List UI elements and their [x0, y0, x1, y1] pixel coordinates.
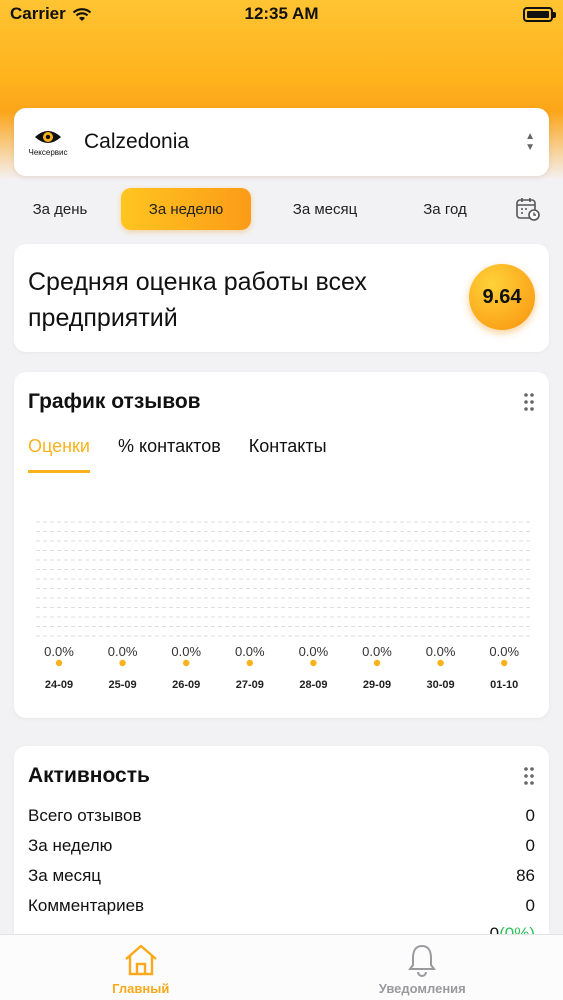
activity-value: 0	[525, 896, 535, 915]
chart-tabs: Оценки % контактов Контакты	[28, 436, 327, 473]
period-tabs: За день За неделю За месяц За год	[14, 188, 549, 230]
tab-notifications-label: Уведомления	[378, 981, 466, 996]
battery-icon	[523, 6, 556, 22]
x-tick-label: 27-09	[236, 679, 264, 691]
data-point	[310, 659, 317, 667]
data-label: 0.0%	[235, 644, 265, 659]
bell-icon	[408, 944, 437, 977]
activity-label: Комментариев	[28, 896, 145, 915]
average-score-card: Средняя оценка работы всех предприятий 9…	[14, 244, 549, 352]
tab-home-label: Главный	[112, 981, 170, 996]
activity-label: За месяц	[28, 866, 102, 885]
score-title: Средняя оценка работы всех предприятий	[28, 268, 367, 332]
reviews-chart: 0.0% 24-09 0.0% 25-09 0.0% 26-09 0.0% 27-09 0.0%…	[36, 521, 531, 691]
data-label: 0.0%	[171, 644, 201, 659]
tab-home[interactable]: Главный	[0, 935, 282, 1000]
logo-text: Чексервис	[28, 148, 68, 157]
tab-bar: Главный Уведомления	[0, 934, 563, 1000]
activity-row: Всего отзывов 0	[28, 806, 535, 826]
calendar-icon[interactable]	[515, 196, 541, 222]
activity-label: За неделю	[28, 836, 113, 855]
chevron-up-down-icon[interactable]: ▲ ▼	[525, 131, 535, 153]
company-logo: Чексервис	[28, 122, 68, 162]
x-tick-label: 28-09	[299, 679, 327, 691]
status-bar: Carrier 12:35 AM	[0, 0, 563, 28]
data-point	[246, 659, 253, 667]
data-point	[501, 659, 508, 667]
activity-value: 0	[525, 836, 535, 855]
drag-handle-icon[interactable]	[523, 766, 535, 786]
period-tab-week[interactable]: За неделю	[121, 188, 251, 230]
data-label: 0.0%	[489, 644, 519, 659]
reviews-chart-title: График отзывов	[28, 390, 201, 413]
data-point	[119, 659, 126, 667]
home-icon	[124, 944, 157, 976]
status-time: 12:35 AM	[244, 4, 319, 23]
x-tick-label: 01-10	[490, 679, 518, 691]
score-badge: 9.64	[469, 264, 535, 330]
activity-value: 0	[525, 806, 535, 825]
data-label: 0.0%	[299, 644, 329, 659]
tab-notifications[interactable]: Уведомления	[282, 935, 563, 1000]
data-point	[183, 659, 190, 667]
data-label: 0.0%	[362, 644, 392, 659]
company-selector[interactable]: Чексервис Calzedonia ▲ ▼	[14, 108, 549, 176]
data-label: 0.0%	[108, 644, 138, 659]
x-tick-label: 26-09	[172, 679, 200, 691]
activity-row: За неделю 0	[28, 836, 535, 856]
data-point	[373, 659, 381, 667]
eye-logo-icon	[35, 131, 61, 143]
data-label: 0.0%	[44, 644, 74, 659]
x-tick-label: 25-09	[109, 679, 137, 691]
activity-label: Всего отзывов	[28, 806, 142, 825]
period-tab-month[interactable]: За месяц	[265, 188, 385, 230]
data-point	[55, 659, 63, 667]
activity-row: Комментариев 0	[28, 896, 535, 916]
chart-tab-contacts[interactable]: Контакты	[249, 436, 327, 473]
chart-tab-contacts-percent[interactable]: % контактов	[118, 436, 221, 473]
activity-value: 86	[516, 866, 535, 885]
x-tick-label: 24-09	[45, 679, 73, 691]
company-name: Calzedonia	[84, 130, 190, 153]
period-tab-year[interactable]: За год	[395, 188, 495, 230]
data-label: 0.0%	[426, 644, 456, 659]
data-point	[437, 659, 444, 667]
x-tick-label: 30-09	[427, 679, 455, 691]
reviews-chart-card: График отзывов Оценки % контактов Контак…	[14, 372, 549, 718]
activity-title: Активность	[28, 764, 150, 787]
chart-tab-ratings[interactable]: Оценки	[28, 436, 90, 473]
drag-handle-icon[interactable]	[523, 392, 535, 412]
x-tick-label: 29-09	[363, 679, 391, 691]
period-tab-day[interactable]: За день	[14, 188, 106, 230]
activity-row: За месяц 86	[28, 866, 535, 886]
